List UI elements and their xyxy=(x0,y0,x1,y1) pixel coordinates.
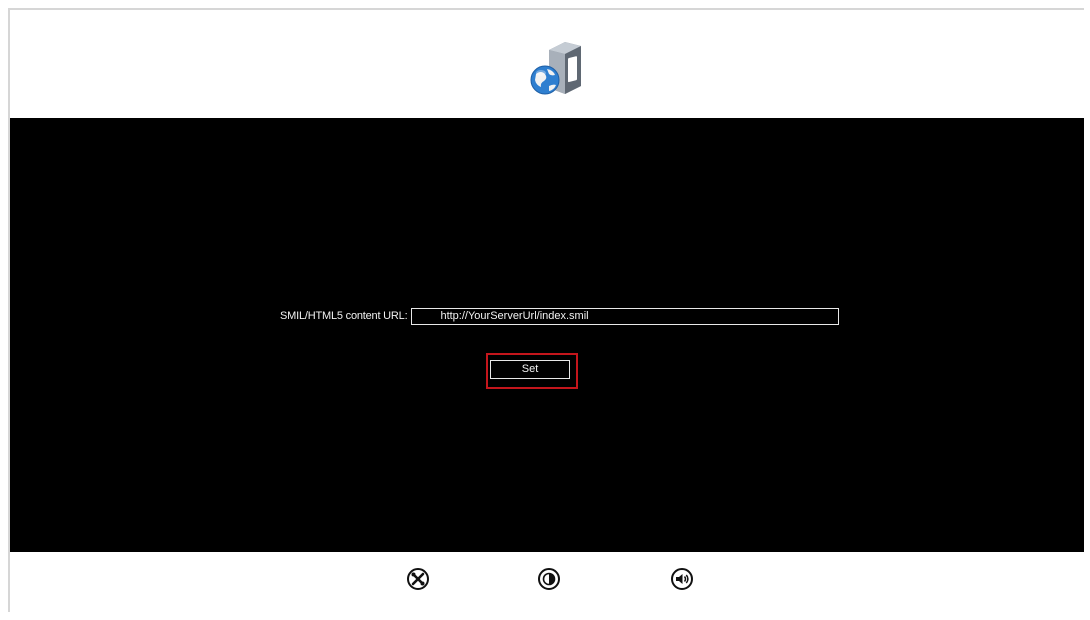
url-row: SMIL/HTML5 content URL: xyxy=(280,306,840,326)
server-globe-icon xyxy=(525,36,591,102)
header-bar xyxy=(10,10,1084,118)
set-button[interactable]: Set xyxy=(490,360,570,379)
tools-icon[interactable] xyxy=(406,567,430,591)
app-window: SMIL/HTML5 content URL: Set xyxy=(0,0,1090,620)
contrast-icon[interactable] xyxy=(537,567,561,591)
volume-icon[interactable] xyxy=(670,567,694,591)
content-screen: SMIL/HTML5 content URL: Set xyxy=(10,118,1084,552)
url-input[interactable] xyxy=(411,307,840,325)
url-label: SMIL/HTML5 content URL: xyxy=(280,310,408,322)
footer-toolbar xyxy=(10,552,1084,620)
